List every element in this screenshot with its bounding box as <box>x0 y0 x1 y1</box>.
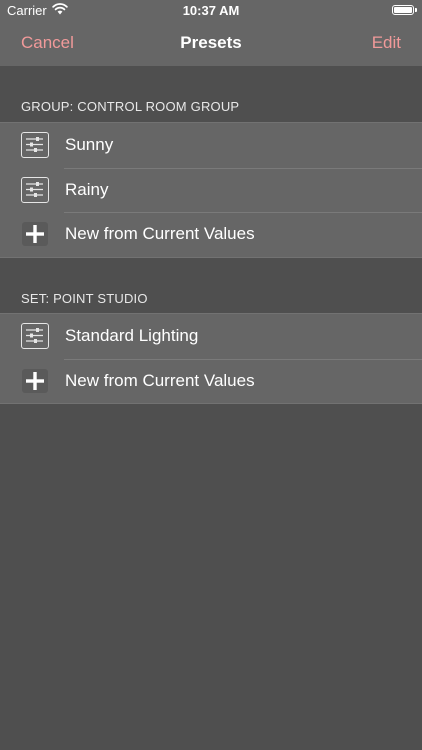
preset-label: Rainy <box>65 179 109 199</box>
new-preset-label: New from Current Values <box>65 370 255 390</box>
battery-fill <box>394 7 412 13</box>
status-bar: Carrier 10:37 AM <box>0 0 422 22</box>
preset-label: Standard Lighting <box>65 326 199 345</box>
new-preset-row-set[interactable]: New from Current Values <box>0 358 422 404</box>
new-preset-label: New from Current Values <box>65 224 255 244</box>
battery-icon <box>392 5 417 15</box>
section-list-set: Standard Lighting New from Current Value… <box>0 313 422 405</box>
navigation-bar: Cancel Presets Edit <box>0 22 422 66</box>
sliders-icon <box>21 323 49 349</box>
section-header-group: GROUP: CONTROL ROOM GROUP <box>21 99 240 114</box>
section-header-set: SET: POINT STUDIO <box>21 291 148 306</box>
plus-icon <box>21 368 49 394</box>
status-time: 10:37 AM <box>182 3 240 18</box>
preset-row-rainy[interactable]: Rainy <box>0 167 422 213</box>
sliders-icon <box>21 132 49 158</box>
sliders-icon <box>21 176 49 203</box>
presets-screen: Carrier 10:37 AM Cancel Presets Edit GRO… <box>0 0 422 750</box>
top-bar: Carrier 10:37 AM Cancel Presets Edit <box>0 0 422 66</box>
edit-button[interactable]: Edit <box>372 33 401 53</box>
section-list-group: Sunny Rainy New from Current Values <box>0 122 422 259</box>
preset-row-sunny[interactable]: Sunny <box>0 123 422 168</box>
preset-row-standard-lighting[interactable]: Standard Lighting <box>0 314 422 359</box>
new-preset-row-group[interactable]: New from Current Values <box>0 212 422 257</box>
plus-icon <box>21 221 49 247</box>
page-title: Presets <box>180 33 242 52</box>
preset-label: Sunny <box>65 135 114 154</box>
